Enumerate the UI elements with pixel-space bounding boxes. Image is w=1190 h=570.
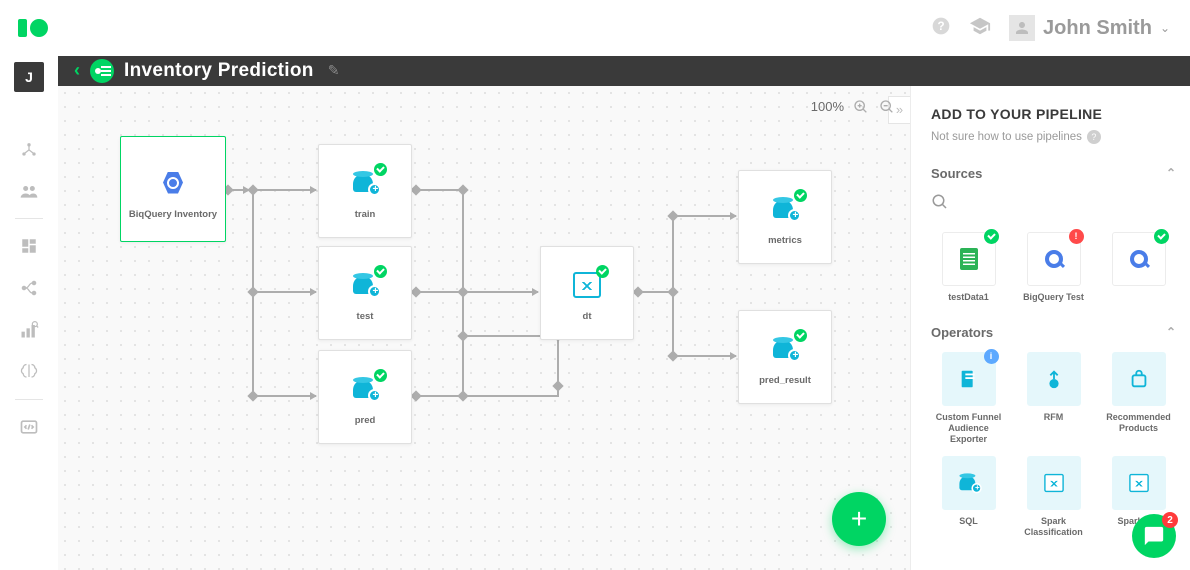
zoom-controls: 100% bbox=[811, 98, 896, 116]
node-metrics[interactable]: metrics bbox=[738, 170, 832, 264]
node-label: pred bbox=[355, 415, 376, 426]
node-test[interactable]: test bbox=[318, 246, 412, 340]
source-card-3[interactable] bbox=[1101, 232, 1176, 303]
chevron-up-icon: ⌃ bbox=[1166, 325, 1176, 339]
operator-card-spark-classification[interactable]: Spark Classification bbox=[1016, 456, 1091, 539]
username-label: John Smith bbox=[1043, 17, 1152, 40]
chart-icon bbox=[1129, 473, 1149, 491]
help-icon[interactable]: ? bbox=[931, 16, 951, 41]
chevron-up-icon: ⌃ bbox=[1166, 166, 1176, 180]
user-menu[interactable]: John Smith ⌄ bbox=[1009, 15, 1170, 41]
db-icon bbox=[353, 274, 377, 296]
chart-icon bbox=[1044, 473, 1064, 491]
rfm-icon bbox=[1043, 368, 1065, 390]
sheet-icon bbox=[960, 248, 978, 270]
source-card-testdata1[interactable]: testData1 bbox=[931, 232, 1006, 303]
funnel-icon bbox=[958, 368, 980, 390]
bigquery-icon bbox=[1130, 250, 1148, 268]
card-label: RFM bbox=[1044, 412, 1064, 423]
node-dt[interactable]: dt bbox=[540, 246, 634, 340]
section-operators-header[interactable]: Operators ⌃ bbox=[931, 325, 1176, 340]
section-title: Sources bbox=[931, 166, 982, 181]
panel-subtitle-row[interactable]: Not sure how to use pipelines ? bbox=[931, 130, 1176, 144]
operator-card-recommended[interactable]: Recommended Products bbox=[1101, 352, 1176, 446]
node-bigquery-inventory[interactable]: BiqQuery Inventory bbox=[120, 136, 226, 242]
operator-card-rfm[interactable]: RFM bbox=[1016, 352, 1091, 446]
card-label: Custom Funnel Audience Exporter bbox=[934, 412, 1004, 446]
card-label: SQL bbox=[959, 516, 978, 527]
help-icon[interactable]: ? bbox=[1087, 130, 1101, 144]
card-label: testData1 bbox=[948, 292, 989, 303]
db-icon bbox=[353, 172, 377, 194]
zoom-in-icon[interactable] bbox=[852, 98, 870, 116]
card-label: Spark Classification bbox=[1019, 516, 1089, 539]
node-label: test bbox=[357, 311, 374, 322]
nav-code-icon[interactable] bbox=[10, 408, 48, 446]
zoom-value: 100% bbox=[811, 99, 844, 114]
chat-bubble[interactable]: 2 bbox=[1132, 514, 1176, 558]
nav-analytics-icon[interactable] bbox=[10, 311, 48, 349]
chevron-down-icon: ⌄ bbox=[1160, 21, 1170, 35]
card-label: BigQuery Test bbox=[1023, 292, 1084, 303]
node-label: BiqQuery Inventory bbox=[129, 209, 217, 220]
pipeline-icon bbox=[90, 59, 114, 83]
search-sources[interactable] bbox=[931, 193, 1176, 216]
back-button[interactable]: ‹ bbox=[74, 60, 80, 81]
node-train[interactable]: train bbox=[318, 144, 412, 238]
panel-subtitle: Not sure how to use pipelines bbox=[931, 131, 1082, 143]
nav-brain-icon[interactable] bbox=[10, 353, 48, 391]
graduation-icon[interactable] bbox=[969, 15, 991, 42]
db-icon bbox=[773, 338, 797, 360]
add-node-fab[interactable]: + bbox=[832, 492, 886, 546]
project-tile[interactable]: J bbox=[14, 62, 44, 92]
node-label: pred_result bbox=[759, 375, 811, 386]
section-title: Operators bbox=[931, 325, 993, 340]
bag-icon bbox=[1128, 368, 1150, 390]
node-label: metrics bbox=[768, 235, 802, 246]
right-panel: ADD TO YOUR PIPELINE Not sure how to use… bbox=[910, 86, 1190, 570]
nav-flow-icon[interactable] bbox=[10, 269, 48, 307]
left-sidebar: J bbox=[0, 56, 58, 570]
card-label: Recommended Products bbox=[1104, 412, 1174, 435]
nav-overview-icon[interactable] bbox=[10, 130, 48, 168]
db-icon bbox=[353, 378, 377, 400]
zoom-out-icon[interactable] bbox=[878, 98, 896, 116]
node-pred-result[interactable]: pred_result bbox=[738, 310, 832, 404]
db-icon bbox=[773, 198, 797, 220]
page-title: Inventory Prediction bbox=[124, 60, 314, 82]
sql-icon bbox=[959, 474, 978, 492]
chat-unread-badge: 2 bbox=[1162, 512, 1178, 528]
bigquery-icon bbox=[1045, 250, 1063, 268]
node-pred[interactable]: pred bbox=[318, 350, 412, 444]
section-sources-header[interactable]: Sources ⌃ bbox=[931, 166, 1176, 181]
title-bar: ‹ Inventory Prediction ✎ bbox=[58, 56, 1190, 86]
node-label: dt bbox=[583, 311, 592, 322]
edit-title-icon[interactable]: ✎ bbox=[328, 62, 340, 79]
svg-text:?: ? bbox=[937, 20, 944, 33]
app-logo[interactable] bbox=[18, 19, 48, 37]
operator-card-sql[interactable]: SQL bbox=[931, 456, 1006, 539]
operator-card-funnel[interactable]: i Custom Funnel Audience Exporter bbox=[931, 352, 1006, 446]
node-label: train bbox=[355, 209, 376, 220]
pipeline-canvas[interactable]: » 100% bbox=[58, 86, 910, 570]
source-card-bigquery-test[interactable]: ! BigQuery Test bbox=[1016, 232, 1091, 303]
panel-title: ADD TO YOUR PIPELINE bbox=[931, 106, 1176, 122]
nav-dashboard-icon[interactable] bbox=[10, 227, 48, 265]
nav-users-icon[interactable] bbox=[10, 172, 48, 210]
avatar-icon bbox=[1009, 15, 1035, 41]
bigquery-icon bbox=[163, 172, 183, 194]
